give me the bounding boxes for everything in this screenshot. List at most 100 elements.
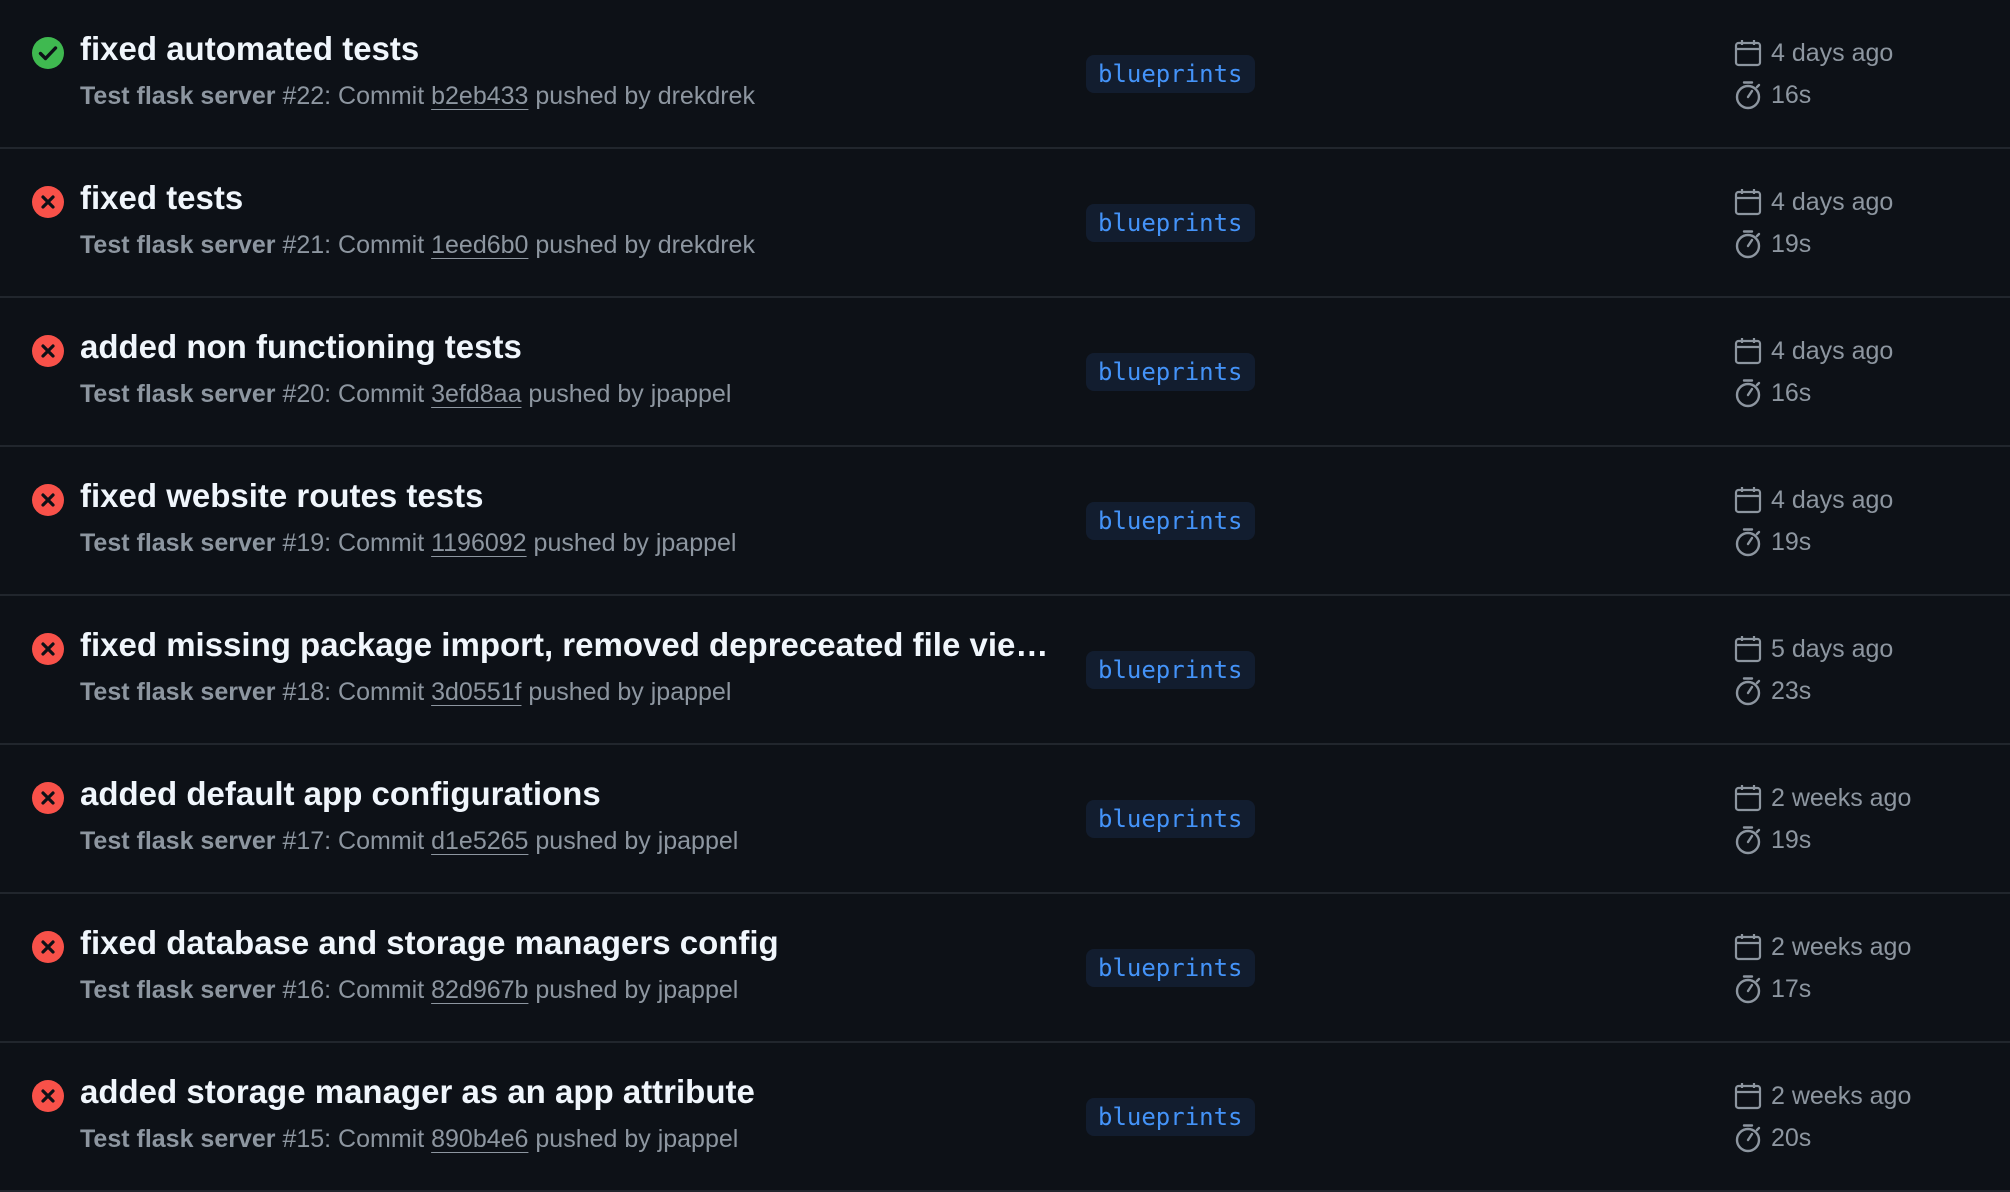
run-date: 4 days ago — [1733, 485, 1893, 515]
run-title[interactable]: fixed automated tests — [80, 30, 419, 68]
run-number: #15: Commit — [275, 1125, 432, 1153]
workflow-run-row[interactable]: fixed automated tests Test flask server … — [0, 0, 2010, 149]
workflow-run-row[interactable]: fixed database and storage managers conf… — [0, 894, 2010, 1043]
workflow-run-row[interactable]: added default app configurations Test fl… — [0, 745, 2010, 894]
run-subtitle: Test flask server #17: Commit d1e5265 pu… — [80, 827, 738, 856]
commit-link[interactable]: 890b4e6 — [431, 1125, 528, 1153]
stopwatch-icon — [1733, 1123, 1771, 1153]
run-date-text: 2 weeks ago — [1771, 1081, 1912, 1110]
run-duration-text: 19s — [1771, 527, 1812, 556]
run-duration: 23s — [1733, 676, 1811, 706]
stopwatch-icon — [1733, 676, 1771, 706]
commit-link[interactable]: 1196092 — [431, 529, 526, 557]
pushed-by: pushed by jpappel — [521, 380, 732, 408]
commit-link[interactable]: 3d0551f — [431, 678, 521, 706]
run-number: #16: Commit — [275, 976, 432, 1004]
run-number: #17: Commit — [275, 827, 432, 855]
stopwatch-icon — [1733, 80, 1771, 110]
branch-label[interactable]: blueprints — [1086, 800, 1255, 838]
calendar-icon — [1733, 485, 1771, 515]
run-number: #22: Commit — [275, 82, 432, 110]
calendar-icon — [1733, 783, 1771, 813]
run-subtitle: Test flask server #22: Commit b2eb433 pu… — [80, 82, 755, 111]
calendar-icon — [1733, 187, 1771, 217]
run-subtitle: Test flask server #16: Commit 82d967b pu… — [80, 976, 738, 1005]
run-date-text: 4 days ago — [1771, 485, 1894, 514]
calendar-icon — [1733, 336, 1771, 366]
stopwatch-icon — [1733, 378, 1771, 408]
run-subtitle: Test flask server #15: Commit 890b4e6 pu… — [80, 1125, 738, 1154]
workflow-run-row[interactable]: added storage manager as an app attribut… — [0, 1043, 2010, 1192]
workflow-run-row[interactable]: added non functioning tests Test flask s… — [0, 298, 2010, 447]
run-duration: 16s — [1733, 80, 1811, 110]
x-circle-icon — [31, 930, 65, 964]
commit-link[interactable]: 1eed6b0 — [431, 231, 528, 259]
workflow-run-row[interactable]: fixed tests Test flask server #21: Commi… — [0, 149, 2010, 298]
run-subtitle: Test flask server #20: Commit 3efd8aa pu… — [80, 380, 731, 409]
run-date-text: 2 weeks ago — [1771, 783, 1912, 812]
run-title[interactable]: added non functioning tests — [80, 328, 522, 366]
check-circle-icon — [31, 36, 65, 70]
x-circle-icon — [31, 483, 65, 517]
x-circle-icon — [31, 185, 65, 219]
run-duration-text: 16s — [1771, 378, 1812, 407]
run-date-text: 4 days ago — [1771, 38, 1894, 67]
run-subtitle: Test flask server #18: Commit 3d0551f pu… — [80, 678, 731, 707]
workflow-name: Test flask server — [80, 1125, 276, 1153]
branch-label[interactable]: blueprints — [1086, 1098, 1255, 1136]
pushed-by: pushed by jpappel — [528, 827, 739, 855]
workflow-name: Test flask server — [80, 827, 276, 855]
run-subtitle: Test flask server #21: Commit 1eed6b0 pu… — [80, 231, 755, 260]
pushed-by: pushed by jpappel — [521, 678, 732, 706]
run-duration-text: 19s — [1771, 825, 1812, 854]
run-title[interactable]: fixed website routes tests — [80, 477, 483, 515]
x-circle-icon — [31, 781, 65, 815]
branch-label[interactable]: blueprints — [1086, 55, 1255, 93]
commit-link[interactable]: 82d967b — [431, 976, 528, 1004]
branch-label[interactable]: blueprints — [1086, 949, 1255, 987]
run-number: #18: Commit — [275, 678, 432, 706]
run-number: #20: Commit — [275, 380, 432, 408]
commit-link[interactable]: d1e5265 — [431, 827, 528, 855]
branch-label[interactable]: blueprints — [1086, 353, 1255, 391]
run-date: 4 days ago — [1733, 187, 1893, 217]
stopwatch-icon — [1733, 974, 1771, 1004]
workflow-name: Test flask server — [80, 82, 276, 110]
pushed-by: pushed by drekdrek — [528, 231, 755, 259]
workflow-name: Test flask server — [80, 380, 276, 408]
workflow-run-row[interactable]: fixed website routes tests Test flask se… — [0, 447, 2010, 596]
workflow-name: Test flask server — [80, 529, 276, 557]
run-number: #19: Commit — [275, 529, 432, 557]
run-number: #21: Commit — [275, 231, 432, 259]
pushed-by: pushed by jpappel — [528, 1125, 739, 1153]
run-title[interactable]: added storage manager as an app attribut… — [80, 1073, 755, 1111]
workflow-run-row[interactable]: fixed missing package import, removed de… — [0, 596, 2010, 745]
run-date: 2 weeks ago — [1733, 932, 1911, 962]
run-title[interactable]: fixed database and storage managers conf… — [80, 924, 779, 962]
calendar-icon — [1733, 38, 1771, 68]
run-date: 4 days ago — [1733, 336, 1893, 366]
pushed-by: pushed by drekdrek — [528, 82, 755, 110]
run-title[interactable]: fixed tests — [80, 179, 243, 217]
x-circle-icon — [31, 1079, 65, 1113]
run-duration: 16s — [1733, 378, 1811, 408]
workflow-name: Test flask server — [80, 976, 276, 1004]
run-duration-text: 16s — [1771, 80, 1812, 109]
run-duration-text: 17s — [1771, 974, 1812, 1003]
run-date: 2 weeks ago — [1733, 1081, 1911, 1111]
stopwatch-icon — [1733, 527, 1771, 557]
calendar-icon — [1733, 932, 1771, 962]
commit-link[interactable]: b2eb433 — [431, 82, 528, 110]
calendar-icon — [1733, 634, 1771, 664]
run-title[interactable]: added default app configurations — [80, 775, 601, 813]
branch-label[interactable]: blueprints — [1086, 651, 1255, 689]
run-duration: 20s — [1733, 1123, 1811, 1153]
run-duration: 19s — [1733, 229, 1811, 259]
run-duration: 17s — [1733, 974, 1811, 1004]
branch-label[interactable]: blueprints — [1086, 204, 1255, 242]
branch-label[interactable]: blueprints — [1086, 502, 1255, 540]
workflow-name: Test flask server — [80, 231, 276, 259]
run-title[interactable]: fixed missing package import, removed de… — [80, 626, 1050, 664]
commit-link[interactable]: 3efd8aa — [431, 380, 521, 408]
pushed-by: pushed by jpappel — [526, 529, 737, 557]
